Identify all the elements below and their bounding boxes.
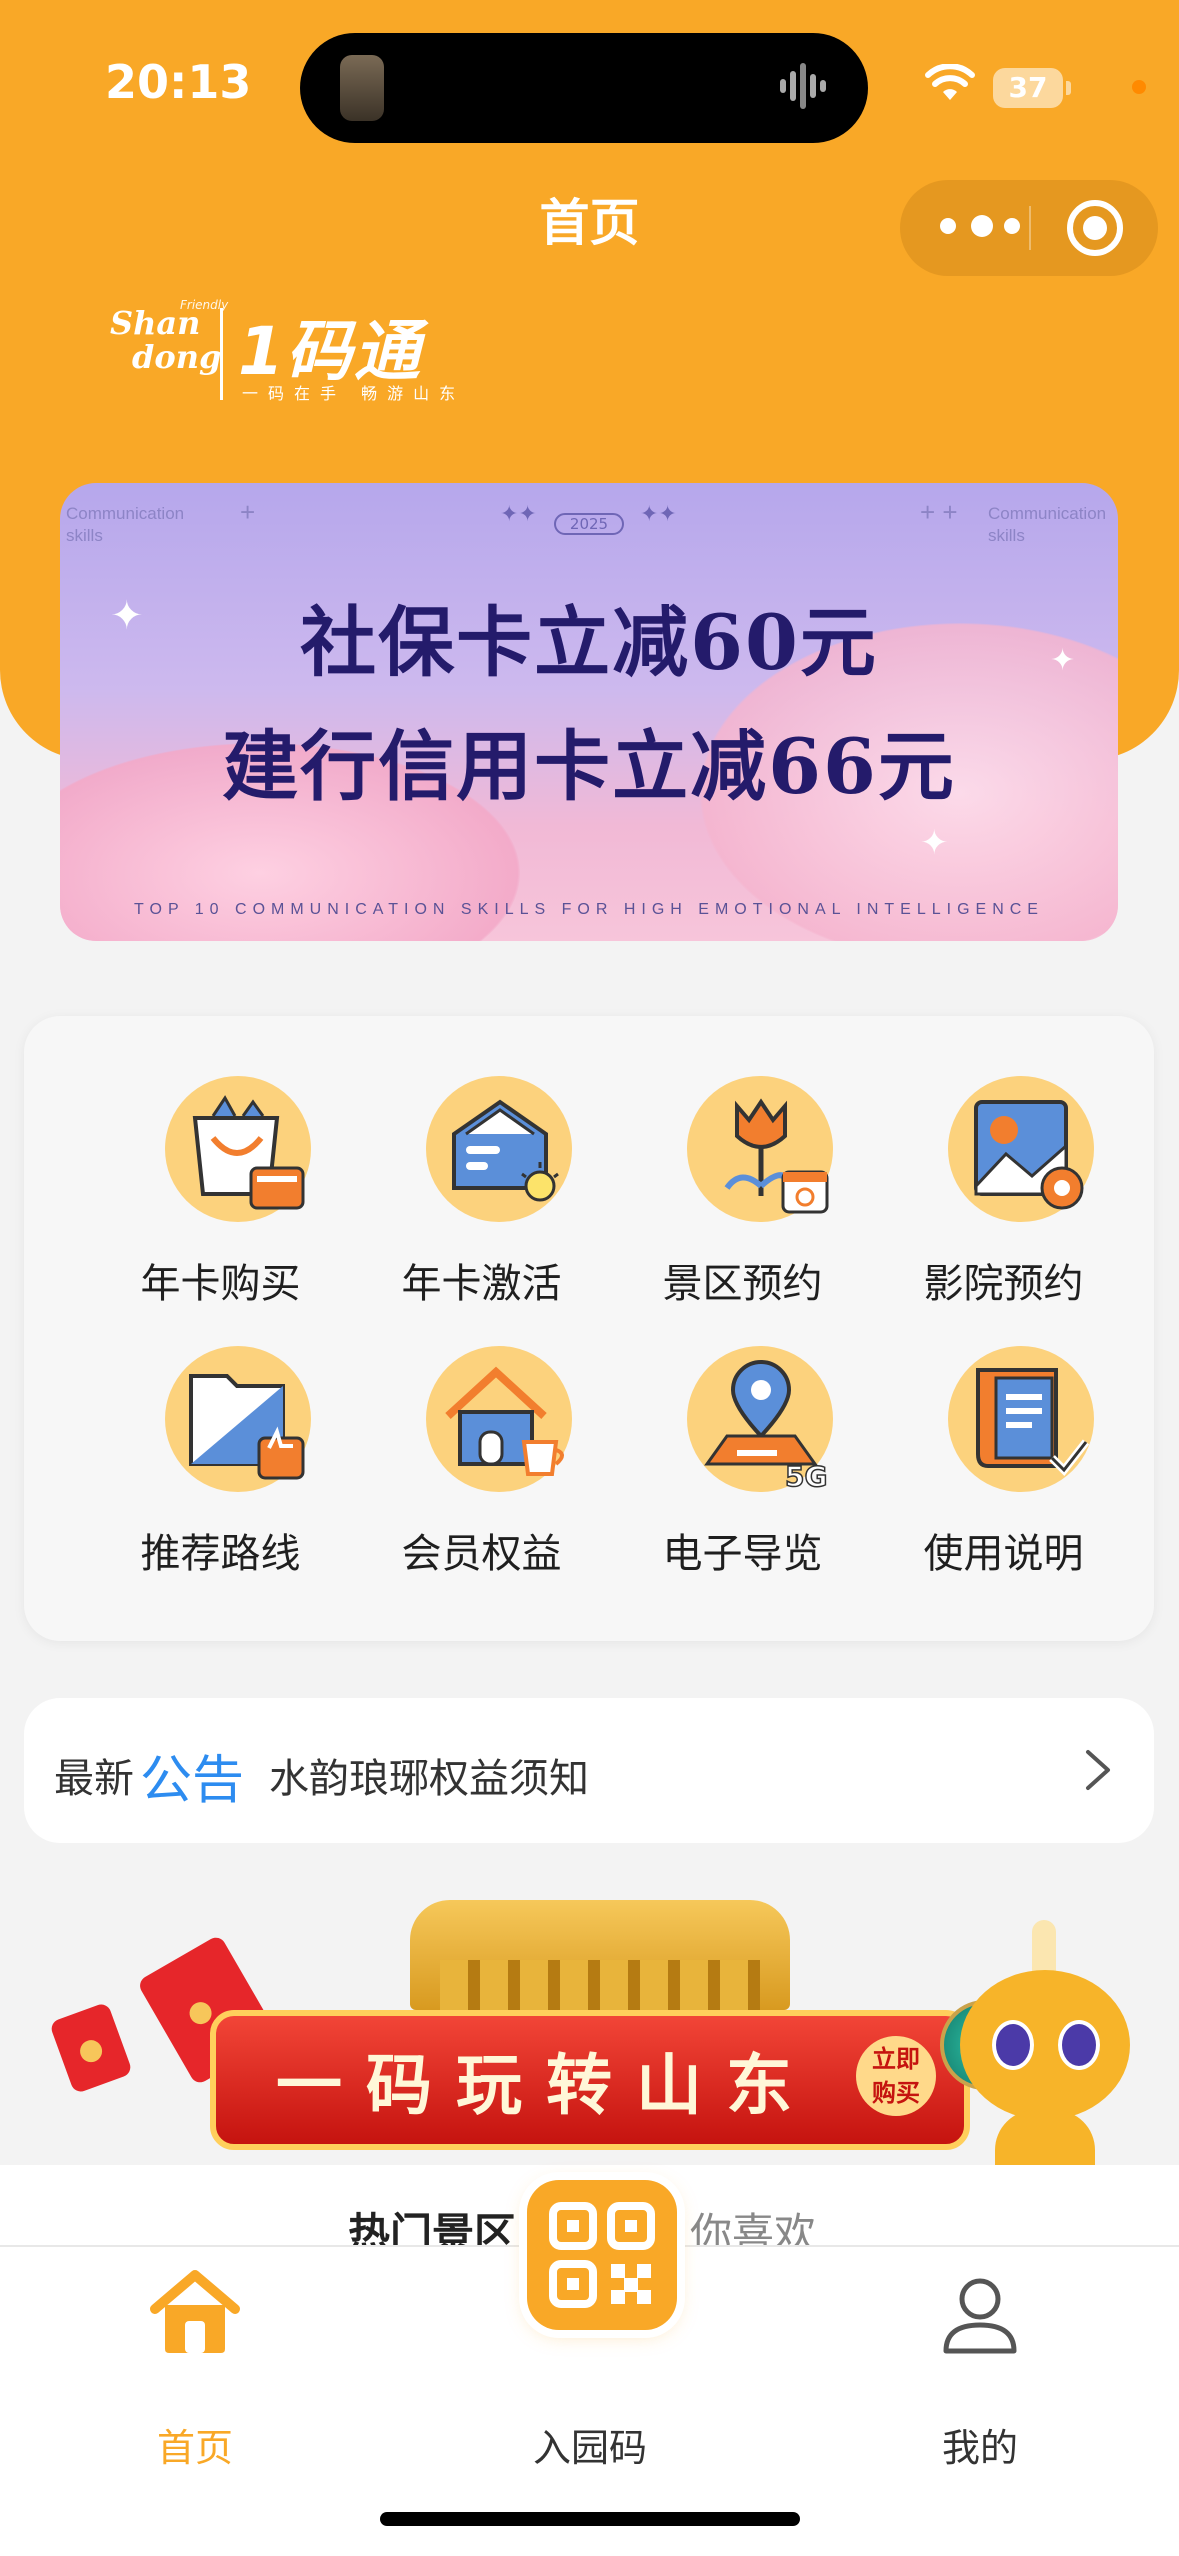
grid-item-scenic-reservation[interactable]: 景区预约 <box>612 1016 873 1307</box>
wifi-icon <box>925 64 975 100</box>
chevron-right-icon <box>1086 1750 1110 1790</box>
grid-item-annual-card-purchase[interactable]: 年卡购买 <box>90 1016 351 1307</box>
tulip-calendar-icon <box>687 1076 837 1226</box>
map-pin-5g-icon: 5G <box>687 1346 837 1496</box>
qr-code-button[interactable] <box>527 2180 677 2330</box>
sparkle-icon: ✦ <box>920 823 949 863</box>
folder-thumbs-up-icon <box>165 1346 315 1496</box>
promo-banner[interactable]: Communication skills Communication skill… <box>60 483 1118 941</box>
status-bar: 20:13 37 <box>0 0 1179 170</box>
announcement-highlight: 公告 <box>140 1751 245 1811</box>
grid-label: 会员权益 <box>401 1531 562 1577</box>
announcement-bar[interactable]: 最新 公告 水韵琅琊权益须知 <box>24 1698 1154 1843</box>
sparkle-icon: ✦✦ <box>640 501 677 526</box>
mascot-eye <box>1058 2020 1100 2070</box>
announcement-prefix: 最新 <box>54 1756 134 1802</box>
logo-divider <box>220 308 223 400</box>
sparkle-icon: ✦✦ <box>500 501 537 526</box>
grid-item-annual-card-activate[interactable]: 年卡激活 <box>351 1016 612 1307</box>
promo-plaque: 一码玩转山东 立即 购买 <box>210 2010 970 2150</box>
shopping-bag-card-icon <box>165 1076 315 1226</box>
grid-label: 使用说明 <box>923 1531 1084 1577</box>
house-coffee-icon <box>426 1346 576 1496</box>
banner-footer-text: TOP 10 COMMUNICATION SKILLS FOR HIGH EMO… <box>134 901 1044 918</box>
close-miniprogram-icon[interactable] <box>1067 200 1123 256</box>
grid-item-recommended-routes[interactable]: 推荐路线 <box>90 1286 351 1577</box>
banner-small-text-left: Communication skills <box>66 504 185 545</box>
plus-icon: + + <box>920 497 958 527</box>
card-activate-icon <box>426 1076 576 1226</box>
battery-indicator: 37 <box>993 68 1071 108</box>
grid-label: 电子导览 <box>662 1531 823 1577</box>
brand-logo: Shan dong Friendly 1码通 一码在手 畅游山东 <box>110 298 480 408</box>
logo-shandong: Shan dong <box>110 306 221 374</box>
tab-label: 入园码 <box>532 2426 647 2470</box>
buy-now-badge[interactable]: 立即 购买 <box>856 2036 936 2116</box>
status-time: 20:13 <box>105 55 252 109</box>
grid-item-cinema-reservation[interactable]: 影院预约 <box>873 1016 1134 1307</box>
document-check-icon <box>948 1346 1098 1496</box>
audio-wave-icon <box>778 63 838 113</box>
dynamic-island <box>300 33 868 143</box>
banner-headline-1: 社保卡立减60元 <box>300 598 878 687</box>
more-icon[interactable] <box>940 208 1030 248</box>
miniprogram-capsule <box>900 180 1158 276</box>
home-indicator <box>380 2512 800 2526</box>
promo-title: 一码玩转山东 <box>276 2046 816 2124</box>
tab-label: 我的 <box>941 2426 1018 2470</box>
picture-film-icon <box>948 1076 1098 1226</box>
home-icon <box>150 2270 240 2353</box>
grid-item-e-guide[interactable]: 5G 电子导览 <box>612 1286 873 1577</box>
grid-item-instructions[interactable]: 使用说明 <box>873 1286 1134 1577</box>
mascot-eye <box>992 2020 1034 2070</box>
plus-icon: + <box>240 497 256 527</box>
mascot-head <box>960 1970 1130 2120</box>
logo-text-dong: dong <box>132 338 222 376</box>
banner-headline-2: 建行信用卡立减66元 <box>222 722 956 811</box>
grid-label: 推荐路线 <box>140 1531 301 1577</box>
feature-grid: 年卡购买 年卡激活 景区预约 影院预约 推荐路线 会员权益 5G 电子导览 使用… <box>24 1016 1154 1641</box>
announcement-text: 水韵琅琊权益须知 <box>269 1756 589 1802</box>
svg-text:5G: 5G <box>785 1460 827 1493</box>
badge-line-1: 立即 <box>872 2045 920 2073</box>
tab-home[interactable]: 首页 <box>65 2247 325 2470</box>
capsule-divider <box>1029 206 1031 250</box>
grid-item-member-benefits[interactable]: 会员权益 <box>351 1286 612 1577</box>
logo-slogan: 一码在手 畅游山东 <box>242 384 466 403</box>
qr-code-icon <box>549 2202 655 2308</box>
tab-me[interactable]: 我的 <box>850 2247 1110 2470</box>
privacy-dot <box>1132 80 1146 94</box>
now-playing-thumbnail <box>340 55 384 121</box>
tab-label: 首页 <box>156 2426 233 2470</box>
banner-year: 2025 <box>554 513 624 535</box>
badge-line-2: 购买 <box>872 2079 920 2107</box>
red-envelope-icon <box>48 2001 134 2095</box>
user-icon <box>943 2278 1017 2354</box>
banner-small-text-right: Communication skills <box>988 504 1107 545</box>
